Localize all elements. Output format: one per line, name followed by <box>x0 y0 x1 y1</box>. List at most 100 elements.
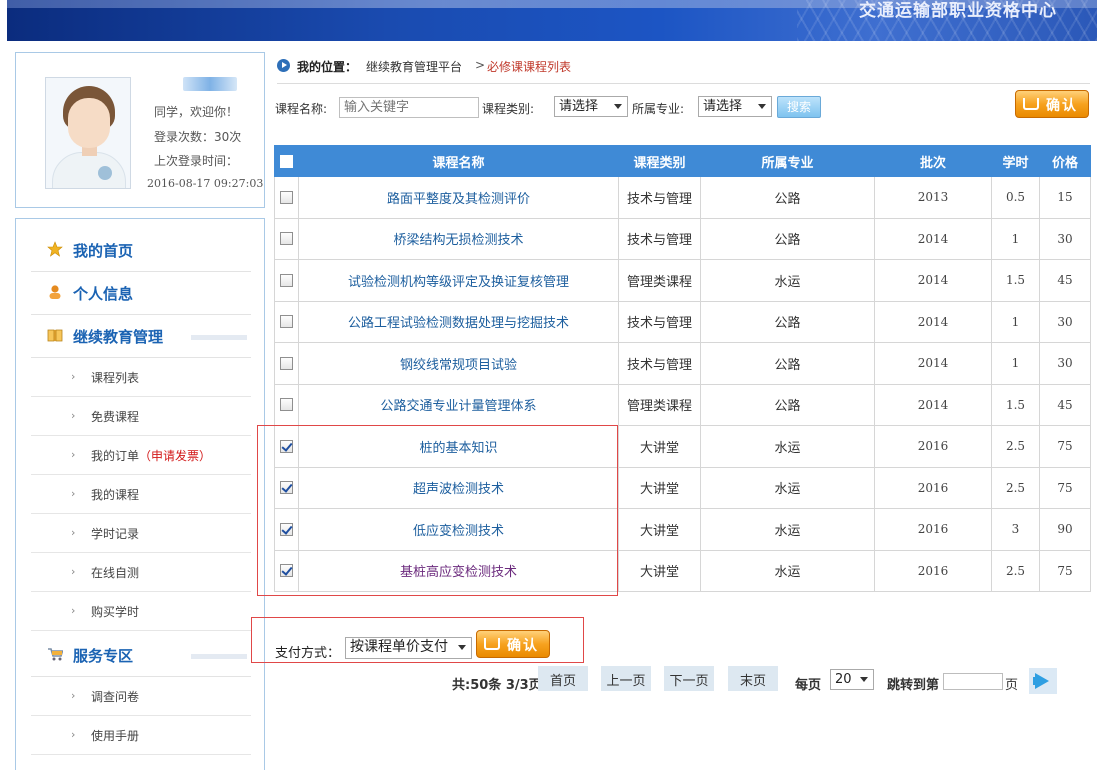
hours-cell: 1 <box>991 217 1040 260</box>
menu-free-courses[interactable]: › 免费课程 <box>31 397 251 436</box>
menu-survey[interactable]: › 调查问卷 <box>31 677 251 716</box>
select-all-checkbox[interactable] <box>280 154 293 168</box>
course-name-link[interactable]: 钢绞线常规项目试验 <box>298 342 619 385</box>
menu-course-list[interactable]: › 课程列表 <box>31 358 251 397</box>
course-name-link[interactable]: 试验检测机构等级评定及换证复核管理 <box>298 259 619 302</box>
chevron-right-icon: › <box>71 728 76 741</box>
batch-cell: 2016 <box>874 549 992 592</box>
row-checkbox[interactable] <box>280 315 293 329</box>
major-cell: 水运 <box>700 425 875 468</box>
major-cell: 水运 <box>700 466 875 509</box>
major-cell: 水运 <box>700 259 875 302</box>
username-blurred <box>183 77 237 91</box>
price-cell: 45 <box>1039 383 1091 426</box>
table-row: 公路交通专业计量管理体系 管理类课程 公路 2014 1.5 45 <box>274 383 1091 426</box>
confirm-button-payment[interactable]: 确认 <box>476 630 550 658</box>
avatar <box>45 77 131 189</box>
price-cell: 15 <box>1039 176 1091 219</box>
page-number-input[interactable] <box>943 673 1003 690</box>
course-type-select[interactable]: 请选择 <box>554 96 628 117</box>
go-arrow-button[interactable] <box>1029 668 1057 694</box>
chevron-right-icon: › <box>71 409 76 422</box>
major-cell: 公路 <box>700 176 875 219</box>
col-name: 课程名称 <box>298 145 619 177</box>
major-select[interactable]: 请选择 <box>698 96 772 117</box>
row-checkbox[interactable] <box>280 232 293 246</box>
row-checkbox[interactable] <box>280 273 293 287</box>
course-type-cell: 大讲堂 <box>618 425 701 468</box>
dropdown-arrow-icon <box>458 645 466 650</box>
menu-self-test[interactable]: › 在线自测 <box>31 553 251 592</box>
site-title: 交通运输部职业资格中心 <box>859 1 1057 21</box>
col-type: 课程类别 <box>618 145 701 177</box>
menu-profile[interactable]: 个人信息 <box>31 272 251 315</box>
menu-buy-hours[interactable]: › 购买学时 <box>31 592 251 631</box>
course-name-input[interactable] <box>339 97 479 118</box>
menu-service[interactable]: 服务专区 <box>31 634 251 677</box>
col-major: 所属专业 <box>700 145 875 177</box>
menu-bar <box>191 335 247 340</box>
batch-cell: 2016 <box>874 466 992 509</box>
hours-cell: 2.5 <box>991 425 1040 468</box>
row-checkbox[interactable] <box>280 190 293 204</box>
breadcrumb: 我的位置： 继续教育管理平台 > 必修课课程列表 <box>277 58 1090 84</box>
star-icon <box>47 241 63 257</box>
table-header-row: 课程名称 课程类别 所属专业 批次 学时 价格 <box>274 145 1091 177</box>
header-banner: 交通运输部职业资格中心 <box>7 0 1097 41</box>
confirm-button-top[interactable]: 确认 <box>1015 90 1089 118</box>
course-type-cell: 管理类课程 <box>618 259 701 302</box>
hours-cell: 3 <box>991 508 1040 551</box>
menu-home[interactable]: 我的首页 <box>31 229 251 272</box>
payment-select[interactable]: 按课程单价支付 <box>345 637 472 659</box>
batch-cell: 2016 <box>874 508 992 551</box>
breadcrumb-root[interactable]: 继续教育管理平台 <box>366 58 462 75</box>
chevron-right-icon: › <box>71 448 76 461</box>
course-type-label: 课程类别: <box>482 102 535 116</box>
course-type-cell: 技术与管理 <box>618 217 701 260</box>
menu-my-orders[interactable]: › 我的订单（申请发票） <box>31 436 251 475</box>
batch-cell: 2014 <box>874 300 992 343</box>
course-name-link[interactable]: 公路工程试验检测数据处理与挖掘技术 <box>298 300 619 343</box>
hours-cell: 1.5 <box>991 259 1040 302</box>
table-row: 钢绞线常规项目试验 技术与管理 公路 2014 1 30 <box>274 342 1091 385</box>
search-button[interactable]: 搜索 <box>777 96 821 118</box>
invoice-link[interactable]: （申请发票） <box>139 449 211 463</box>
batch-cell: 2014 <box>874 217 992 260</box>
batch-cell: 2013 <box>874 176 992 219</box>
menu-manual[interactable]: › 使用手册 <box>31 716 251 755</box>
payment-label: 支付方式： <box>275 646 341 661</box>
course-name-link[interactable]: 公路交通专业计量管理体系 <box>298 383 619 426</box>
last-page-button[interactable]: 末页 <box>728 666 778 691</box>
pager-summary: 共:50条 3/3页 <box>452 678 542 693</box>
major-cell: 公路 <box>700 300 875 343</box>
chevron-right-icon: › <box>71 689 76 702</box>
course-name-link[interactable]: 桥梁结构无损检测技术 <box>298 217 619 260</box>
breadcrumb-current: 必修课课程列表 <box>487 60 572 74</box>
course-type-cell: 大讲堂 <box>618 549 701 592</box>
price-cell: 30 <box>1039 342 1091 385</box>
price-cell: 75 <box>1039 425 1091 468</box>
course-name-link[interactable]: 路面平整度及其检测评价 <box>298 176 619 219</box>
greeting: 同学，欢迎你！ <box>154 105 239 119</box>
first-page-button[interactable]: 首页 <box>538 666 588 691</box>
price-cell: 90 <box>1039 508 1091 551</box>
hours-cell: 1 <box>991 342 1040 385</box>
per-page-label: 每页 <box>795 678 822 693</box>
course-type-cell: 技术与管理 <box>618 300 701 343</box>
menu-bar <box>191 654 247 659</box>
col-hours: 学时 <box>991 145 1040 177</box>
next-page-button[interactable]: 下一页 <box>664 666 714 691</box>
chevron-right-icon: › <box>71 604 76 617</box>
course-type-cell: 技术与管理 <box>618 176 701 219</box>
major-label: 所属专业: <box>632 102 685 116</box>
login-count: 登录次数：30次 <box>154 130 242 144</box>
per-page-select[interactable]: 20 <box>830 669 874 690</box>
menu-hours-record[interactable]: › 学时记录 <box>31 514 251 553</box>
row-checkbox[interactable] <box>280 356 293 370</box>
row-checkbox[interactable] <box>280 398 293 412</box>
menu-edu[interactable]: 继续教育管理 <box>31 315 251 358</box>
course-type-cell: 管理类课程 <box>618 383 701 426</box>
prev-page-button[interactable]: 上一页 <box>601 666 651 691</box>
hours-cell: 2.5 <box>991 549 1040 592</box>
menu-my-courses[interactable]: › 我的课程 <box>31 475 251 514</box>
